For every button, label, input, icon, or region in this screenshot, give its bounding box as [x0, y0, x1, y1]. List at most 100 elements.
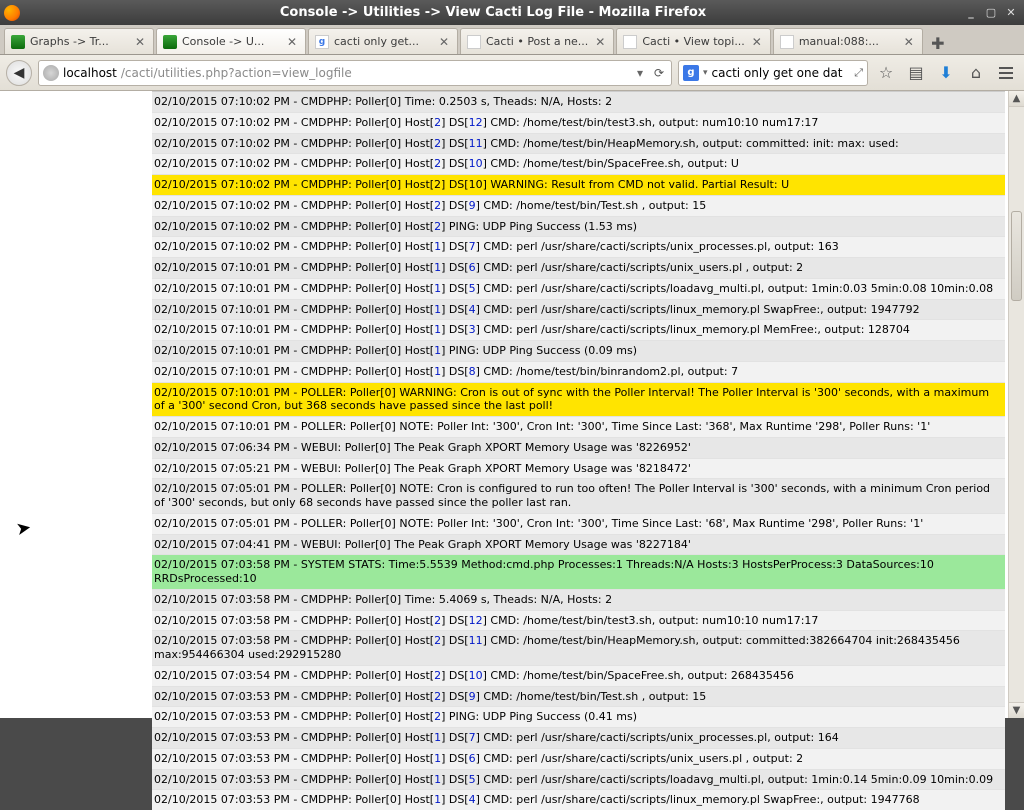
log-link[interactable]: 1: [434, 365, 441, 378]
log-text: ] CMD: /home/test/bin/Test.sh , output: …: [476, 199, 707, 212]
search-input[interactable]: [712, 66, 851, 80]
log-link[interactable]: 2: [434, 614, 441, 627]
log-link[interactable]: 1: [434, 773, 441, 786]
log-text: ] CMD: perl /usr/share/cacti/scripts/uni…: [476, 731, 839, 744]
tab-label: Console -> U...: [182, 35, 280, 48]
log-text: ] DS[: [441, 752, 469, 765]
log-text: 02/10/2015 07:06:34 PM - WEBUI: Poller[0…: [154, 441, 691, 454]
log-link[interactable]: 8: [469, 365, 476, 378]
log-link[interactable]: 2: [434, 220, 441, 233]
log-link[interactable]: 2: [434, 116, 441, 129]
log-link[interactable]: 1: [434, 344, 441, 357]
log-link[interactable]: 1: [434, 303, 441, 316]
log-text: ] CMD: /home/test/bin/SpaceFree.sh, outp…: [483, 669, 794, 682]
log-link[interactable]: 1: [434, 731, 441, 744]
log-text: 02/10/2015 07:10:01 PM - POLLER: Poller[…: [154, 386, 989, 413]
globe-icon: [43, 65, 59, 81]
vertical-scrollbar[interactable]: ▲ ▼: [1008, 91, 1024, 718]
log-link[interactable]: 1: [434, 261, 441, 274]
new-tab-button[interactable]: ✚: [925, 32, 951, 54]
browser-tab[interactable]: Graphs -> Tr...✕: [4, 28, 154, 54]
log-link[interactable]: 2: [434, 690, 441, 703]
back-button[interactable]: ◀: [6, 60, 32, 86]
downloads-icon[interactable]: ⬇: [934, 61, 958, 85]
log-link[interactable]: 2: [434, 669, 441, 682]
log-text: ] DS[: [441, 157, 469, 170]
log-link[interactable]: 1: [434, 323, 441, 336]
url-bar[interactable]: localhost/cacti/utilities.php?action=vie…: [38, 60, 672, 86]
log-text: 02/10/2015 07:10:02 PM - CMDPHP: Poller[…: [154, 95, 612, 108]
log-text: ] CMD: perl /usr/share/cacti/scripts/uni…: [476, 752, 804, 765]
tab-close-icon[interactable]: ✕: [437, 35, 451, 49]
log-link[interactable]: 4: [469, 793, 476, 806]
log-link[interactable]: 3: [469, 323, 476, 336]
log-link[interactable]: 4: [469, 303, 476, 316]
log-link[interactable]: 10: [469, 669, 483, 682]
browser-tab[interactable]: Cacti • Post a ne...✕: [460, 28, 614, 54]
log-link[interactable]: 1: [434, 282, 441, 295]
log-text: 02/10/2015 07:10:01 PM - CMDPHP: Poller[…: [154, 365, 434, 378]
scroll-down-button[interactable]: ▼: [1009, 702, 1024, 718]
log-row: 02/10/2015 07:03:53 PM - CMDPHP: Poller[…: [152, 789, 1005, 810]
log-link[interactable]: 2: [434, 634, 441, 647]
browser-tab[interactable]: gcacti only get...✕: [308, 28, 458, 54]
google-engine-icon[interactable]: g: [683, 65, 699, 81]
log-link[interactable]: 12: [469, 116, 483, 129]
tab-close-icon[interactable]: ✕: [750, 35, 764, 49]
log-row: 02/10/2015 07:10:02 PM - CMDPHP: Poller[…: [152, 133, 1005, 154]
reading-list-icon[interactable]: ▤: [904, 61, 928, 85]
browser-tab[interactable]: Cacti • View topi... ✕: [616, 28, 771, 54]
log-link[interactable]: 5: [469, 773, 476, 786]
log-text: ] CMD: /home/test/bin/Test.sh , output: …: [476, 690, 707, 703]
log-link[interactable]: 11: [469, 137, 483, 150]
minimize-button[interactable]: _: [962, 5, 980, 21]
log-link[interactable]: 1: [434, 793, 441, 806]
log-link[interactable]: 1: [434, 752, 441, 765]
log-link[interactable]: 2: [434, 157, 441, 170]
log-link[interactable]: 5: [469, 282, 476, 295]
log-link[interactable]: 7: [469, 731, 476, 744]
log-row: 02/10/2015 07:06:34 PM - WEBUI: Poller[0…: [152, 437, 1005, 458]
log-link[interactable]: 11: [469, 634, 483, 647]
close-button[interactable]: ✕: [1002, 5, 1020, 21]
log-text: 02/10/2015 07:03:58 PM - CMDPHP: Poller[…: [154, 634, 434, 647]
log-link[interactable]: 2: [434, 199, 441, 212]
log-link[interactable]: 6: [469, 752, 476, 765]
reload-button[interactable]: ⟳: [651, 65, 667, 81]
log-text: 02/10/2015 07:10:02 PM - CMDPHP: Poller[…: [154, 137, 434, 150]
tab-close-icon[interactable]: ✕: [593, 35, 607, 49]
log-text: ] PING: UDP Ping Success (1.53 ms): [441, 220, 637, 233]
log-text: ] DS[: [441, 669, 469, 682]
menu-icon[interactable]: [994, 61, 1018, 85]
home-icon[interactable]: ⌂: [964, 61, 988, 85]
log-link[interactable]: 12: [469, 614, 483, 627]
browser-tab[interactable]: manual:088:...✕: [773, 28, 923, 54]
log-link[interactable]: 1: [434, 240, 441, 253]
tab-label: Cacti • View topi...: [642, 35, 745, 48]
log-text: ] DS[: [441, 282, 469, 295]
log-link[interactable]: 6: [469, 261, 476, 274]
log-row: 02/10/2015 07:10:02 PM - CMDPHP: Poller[…: [152, 174, 1005, 195]
tab-close-icon[interactable]: ✕: [285, 35, 299, 49]
maximize-button[interactable]: ▢: [982, 5, 1000, 21]
url-dropdown[interactable]: ▾: [633, 66, 647, 80]
log-link[interactable]: 2: [434, 137, 441, 150]
scroll-up-button[interactable]: ▲: [1009, 91, 1024, 107]
tab-close-icon[interactable]: ✕: [133, 35, 147, 49]
scroll-thumb[interactable]: [1011, 211, 1022, 301]
search-box[interactable]: g ▾ ⤢: [678, 60, 868, 86]
search-expand-icon[interactable]: ⤢: [854, 66, 863, 80]
log-text: ] CMD: perl /usr/share/cacti/scripts/lin…: [476, 303, 920, 316]
log-link[interactable]: 7: [469, 240, 476, 253]
log-link[interactable]: 2: [434, 710, 441, 723]
log-link[interactable]: 9: [469, 199, 476, 212]
tab-close-icon[interactable]: ✕: [902, 35, 916, 49]
browser-tab[interactable]: Console -> U... ✕: [156, 28, 306, 54]
bookmark-star-icon[interactable]: ☆: [874, 61, 898, 85]
search-dropdown-icon[interactable]: ▾: [703, 68, 708, 78]
cacti-favicon-icon: [163, 35, 177, 49]
log-link[interactable]: 10: [469, 157, 483, 170]
log-text: 02/10/2015 07:10:02 PM - CMDPHP: Poller[…: [154, 157, 434, 170]
log-link[interactable]: 9: [469, 690, 476, 703]
log-text: ] DS[: [441, 773, 469, 786]
